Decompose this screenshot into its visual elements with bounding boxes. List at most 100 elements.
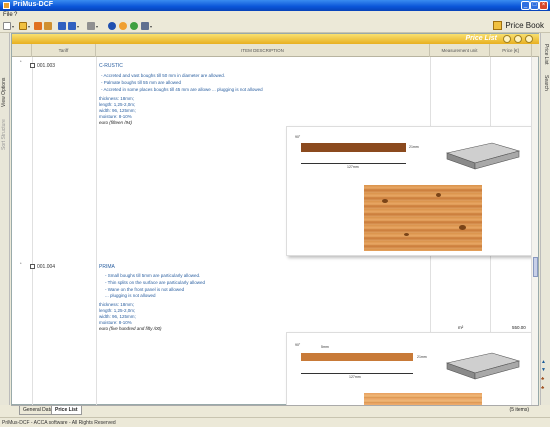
grid-divider xyxy=(96,57,97,406)
menu-bar: File ? xyxy=(0,11,550,20)
item-bullet: ... plugging is not allowed xyxy=(105,293,156,298)
expand-checkbox[interactable] xyxy=(30,63,35,68)
chevron-down-icon[interactable]: ▾ xyxy=(77,24,81,29)
tab-price-list[interactable]: Price List xyxy=(51,406,82,415)
dim-small: 5mm xyxy=(321,345,329,349)
toolbar: ▾ ▾ ▾ ▾ ▾ xyxy=(0,20,550,33)
item-bullet: - Small boughs till 5mm are particularly… xyxy=(105,273,201,278)
wood-knot xyxy=(382,199,388,203)
maximize-button[interactable]: □ xyxy=(530,1,539,10)
dim-line xyxy=(301,373,413,374)
product-image: 90° 5mm 21mm 127mm xyxy=(286,332,534,407)
plank-profile xyxy=(301,353,413,361)
item-code[interactable]: 001.004 xyxy=(37,264,55,270)
item-spec: thickness: 18mm; xyxy=(99,96,135,101)
item-title: C-RUSTIC xyxy=(99,63,123,69)
settings-icon[interactable] xyxy=(119,22,127,30)
item-spec: length: 1,25-2,0m; xyxy=(99,102,136,107)
price-book-header: Price Book xyxy=(493,21,544,32)
new-file-icon[interactable] xyxy=(3,22,11,30)
title-bar: PriMus-DCF _ □ × xyxy=(0,0,550,11)
help-icon[interactable] xyxy=(108,22,116,30)
info-icon[interactable] xyxy=(130,22,138,30)
expand-checkbox[interactable] xyxy=(30,264,35,269)
tools-icon[interactable] xyxy=(141,22,149,30)
dim-line xyxy=(301,163,406,164)
tab-price-list-side[interactable]: Price List xyxy=(541,39,549,69)
refresh-icon[interactable] xyxy=(503,35,511,43)
wood-texture xyxy=(364,185,482,251)
items-count: (5 items) xyxy=(509,407,529,413)
settings-icon[interactable]: ♣ xyxy=(541,385,549,391)
item-title: PRIMA xyxy=(99,264,115,270)
print-icon[interactable] xyxy=(514,35,522,43)
dim-angle: 90° xyxy=(295,135,301,139)
wood-knot xyxy=(404,233,409,236)
item-code[interactable]: 001.003 xyxy=(37,63,55,69)
arrow-down-icon[interactable]: ▼ xyxy=(541,367,549,373)
chevron-down-icon[interactable]: ▾ xyxy=(96,24,100,29)
item-unit: m² xyxy=(458,325,464,330)
menu-file[interactable]: File xyxy=(3,12,13,18)
price-list-title: Price List xyxy=(465,35,497,42)
col-price[interactable]: Price [€] xyxy=(490,44,532,57)
item-price-words: euro (fifteen /94) xyxy=(99,120,133,125)
item-price-words: euro (five hundred and fifty /00) xyxy=(99,326,162,331)
item-bullet: - Accreted in some places boughs till 45… xyxy=(101,87,263,92)
chevron-down-icon[interactable]: ▾ xyxy=(150,24,154,29)
item-bullet: - Palmate boughs till 55 mm are allowed xyxy=(101,80,182,85)
product-image: 90° 21mm 127mm xyxy=(286,126,534,256)
item-spec: width: 96, 125mm; xyxy=(99,314,136,319)
zoom-icon[interactable]: ♣ xyxy=(541,376,549,382)
status-text: PriMus-DCF - ACCA software - All Rights … xyxy=(2,420,116,426)
tab-search[interactable]: Search xyxy=(541,73,549,93)
table-header: Tariff ITEM DESCRIPTION Measurement unit… xyxy=(12,44,539,57)
item-bullet: - Accreted and vast boughs till 50 mm in… xyxy=(101,73,226,78)
recent-icon[interactable] xyxy=(34,22,42,30)
row-marker: * xyxy=(20,59,22,64)
item-price: 550.00 xyxy=(512,325,526,330)
dim-thickness: 21mm xyxy=(409,145,419,149)
close-panel-icon[interactable] xyxy=(525,35,533,43)
price-book-icon xyxy=(493,21,503,31)
col-tariff[interactable]: Tariff xyxy=(32,44,96,57)
wood-knot xyxy=(436,193,441,197)
item-spec: width: 96, 125mm; xyxy=(99,108,136,113)
board-3d-illustration xyxy=(445,142,521,170)
col-unit[interactable]: Measurement unit xyxy=(430,44,490,57)
arrow-up-icon[interactable]: ▲ xyxy=(541,359,549,365)
item-spec: length: 1,25-2,0m; xyxy=(99,308,136,313)
print-icon[interactable] xyxy=(87,22,95,30)
save-icon[interactable] xyxy=(58,22,66,30)
price-list-titlebar: Price List xyxy=(12,34,539,44)
row-marker: * xyxy=(20,261,22,266)
bottom-tabs: General Data Price List (5 items) xyxy=(11,405,539,415)
dim-thickness: 21mm xyxy=(417,355,427,359)
plank-profile xyxy=(301,143,406,152)
minimize-button[interactable]: _ xyxy=(521,1,530,10)
item-bullet: - Wane on the front panel is not allowed xyxy=(105,287,185,292)
chevron-down-icon[interactable]: ▾ xyxy=(28,24,32,29)
item-spec: moisture: 8-10% xyxy=(99,114,132,119)
item-spec: thickness: 18mm; xyxy=(99,302,135,307)
vertical-scrollbar[interactable] xyxy=(531,57,538,406)
tab-view-options[interactable]: View Options xyxy=(1,73,9,111)
wood-knot xyxy=(459,225,466,230)
dim-width: 127mm xyxy=(349,375,361,379)
chevron-down-icon[interactable]: ▾ xyxy=(12,24,16,29)
save-as-icon[interactable] xyxy=(68,22,76,30)
col-marker xyxy=(12,44,32,57)
archive-icon[interactable] xyxy=(44,22,52,30)
close-button[interactable]: × xyxy=(539,1,548,10)
scrollbar-thumb[interactable] xyxy=(533,257,538,277)
col-description[interactable]: ITEM DESCRIPTION xyxy=(96,44,430,57)
open-folder-icon[interactable] xyxy=(19,22,27,30)
app-icon xyxy=(3,2,10,9)
board-3d-illustration xyxy=(445,352,521,380)
menu-help[interactable]: ? xyxy=(14,12,17,18)
tab-sort-structure[interactable]: Sort Structure xyxy=(1,115,9,155)
window-title: PriMus-DCF xyxy=(13,1,54,8)
right-panel-strip: Price List Search ▲ ▼ ♣ ♣ xyxy=(540,33,550,405)
dim-width: 127mm xyxy=(347,165,359,169)
item-bullet: - Thin splits on the surface are particu… xyxy=(105,280,205,285)
